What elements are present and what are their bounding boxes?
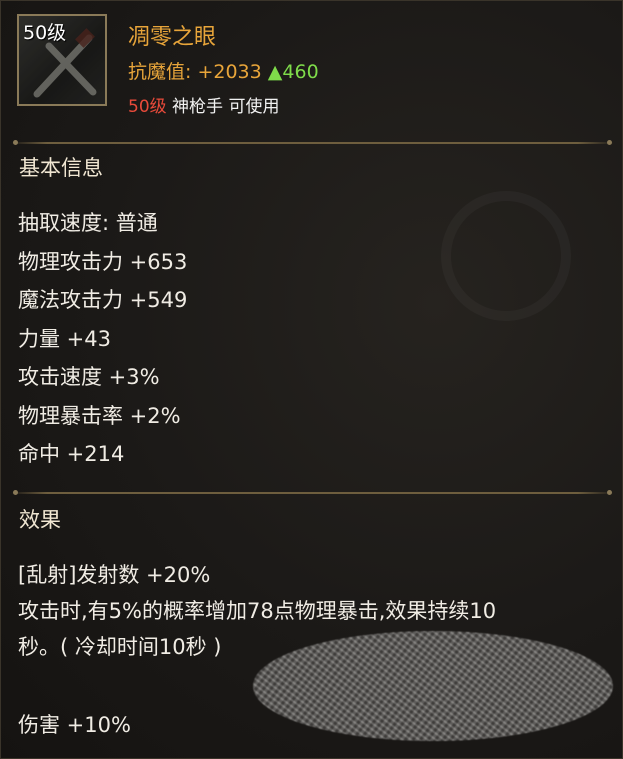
requirement-line: 50级 神枪手 可使用 <box>128 92 279 117</box>
stat-row: 抽取速度: 普通 <box>18 211 158 235</box>
item-icon[interactable]: 50级 <box>17 14 107 106</box>
watermark-emblem <box>441 191 571 321</box>
stat-row: 攻击速度 +3% <box>18 365 160 389</box>
effect-line: 秒。( 冷却时间10秒 ) <box>18 635 222 659</box>
effects-title: 效果 <box>19 508 61 532</box>
resist-label: 抗魔值: <box>128 61 192 83</box>
stats-list: 抽取速度: 普通 物理攻击力 +653 魔法攻击力 +549 力量 +43 攻击… <box>18 204 187 474</box>
stat-row: 力量 +43 <box>18 326 111 351</box>
stat-row: 命中 +214 <box>18 442 125 466</box>
item-level-badge: 50级 <box>23 22 67 44</box>
divider <box>11 490 614 495</box>
effect-line: 攻击时,有5%的概率增加78点物理暴击,效果持续10 <box>18 599 497 623</box>
stat-row: 物理攻击力 +653 <box>18 249 188 274</box>
effect-line: [乱射]发射数 +20% <box>18 563 211 587</box>
stat-row: 魔法攻击力 +549 <box>18 288 188 312</box>
required-level: 50级 <box>128 97 167 117</box>
item-tooltip: 50级 凋零之眼 抗魔值: +2033 ▲460 50级 神枪手 可使用 基本信… <box>0 0 623 759</box>
stat-row: 物理暴击率 +2% <box>18 403 181 428</box>
divider <box>11 140 614 145</box>
effect-line: 伤害 +10% <box>18 713 131 737</box>
required-class: 神枪手 可使用 <box>172 97 280 117</box>
resist-value-line: 抗魔值: +2033 ▲460 <box>128 57 319 84</box>
effect-line <box>18 665 608 707</box>
resist-increase: ▲460 <box>267 61 319 83</box>
effects-list: [乱射]发射数 +20% 攻击时,有5%的概率增加78点物理暴击,效果持续10 … <box>18 557 608 743</box>
item-name: 凋零之眼 <box>128 25 217 50</box>
resist-value: +2033 <box>197 61 262 83</box>
basic-info-title: 基本信息 <box>19 156 103 180</box>
